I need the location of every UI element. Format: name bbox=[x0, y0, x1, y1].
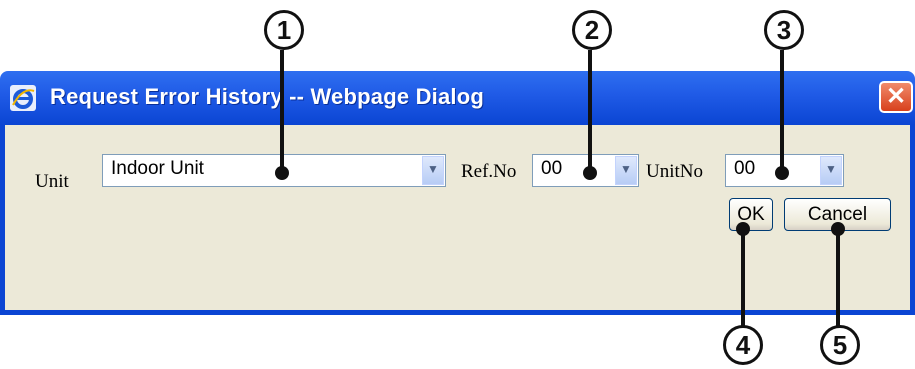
refno-label: Ref.No bbox=[461, 161, 517, 182]
chevron-down-icon[interactable]: ▼ bbox=[422, 156, 444, 185]
unit-select-value: Indoor Unit bbox=[111, 158, 204, 179]
window-title: Request Error History -- Webpage Dialog bbox=[50, 84, 485, 109]
leader-dot-2 bbox=[583, 166, 597, 180]
callout-5: 5 bbox=[820, 325, 860, 365]
close-button[interactable]: ✕ bbox=[879, 81, 913, 113]
title-bar[interactable]: Request Error History -- Webpage Dialog … bbox=[0, 71, 915, 125]
unitno-select-value: 00 bbox=[734, 158, 756, 179]
unit-select[interactable]: Indoor Unit ▼ bbox=[102, 154, 446, 187]
callout-3: 3 bbox=[764, 10, 804, 50]
callout-1: 1 bbox=[264, 10, 304, 50]
leader-line-5 bbox=[836, 228, 840, 328]
leader-dot-4 bbox=[736, 222, 750, 236]
ie-icon bbox=[10, 85, 36, 111]
leader-line-4 bbox=[741, 228, 745, 328]
close-icon: ✕ bbox=[885, 83, 907, 110]
callout-4: 4 bbox=[723, 325, 763, 365]
chevron-down-icon[interactable]: ▼ bbox=[820, 156, 842, 185]
dialog-content: Unit Indoor Unit ▼ Ref.No 00 ▼ UnitNo 00… bbox=[0, 125, 915, 315]
leader-line-3 bbox=[780, 50, 784, 173]
leader-line-2 bbox=[588, 50, 592, 173]
unitno-label: UnitNo bbox=[646, 161, 703, 182]
unit-label: Unit bbox=[35, 171, 69, 192]
leader-dot-5 bbox=[831, 222, 845, 236]
leader-line-1 bbox=[280, 50, 284, 173]
dialog-window: Request Error History -- Webpage Dialog … bbox=[0, 71, 915, 315]
callout-2: 2 bbox=[572, 10, 612, 50]
leader-dot-3 bbox=[775, 166, 789, 180]
refno-select-value: 00 bbox=[541, 158, 563, 179]
leader-dot-1 bbox=[275, 166, 289, 180]
chevron-down-icon[interactable]: ▼ bbox=[615, 156, 637, 185]
